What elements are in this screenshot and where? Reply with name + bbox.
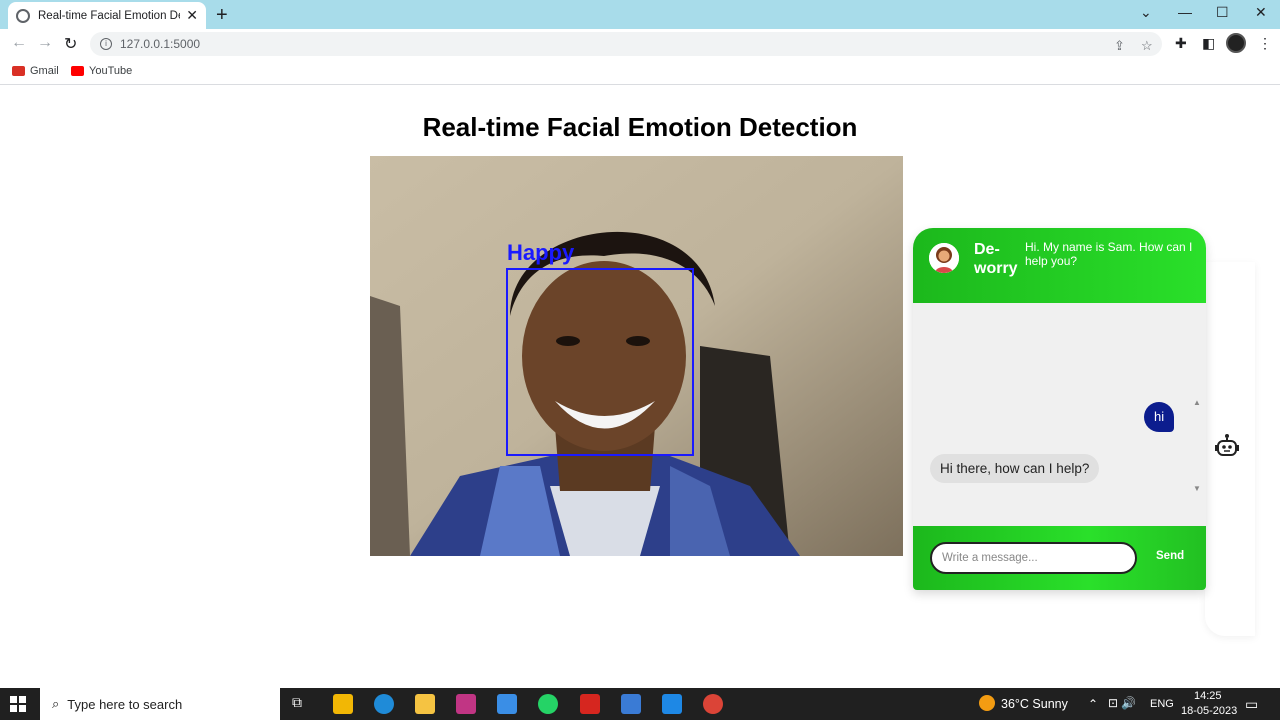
bookmark-gmail[interactable]: Gmail	[12, 65, 59, 77]
page-title: Real-time Facial Emotion Detection	[422, 112, 858, 142]
chat-footer: Send	[913, 526, 1206, 590]
system-tray-icons[interactable]: ⊡ 🔊	[1108, 696, 1136, 710]
browser-toolbar: ← → ↻ i 127.0.0.1:5000 ⇪ ☆	[0, 29, 1280, 59]
emotion-label: Happy	[507, 240, 575, 265]
scroll-up-arrow[interactable]: ▲	[1193, 398, 1201, 407]
side-panel-icon[interactable]: ◧	[1202, 35, 1215, 52]
back-button[interactable]: ←	[11, 34, 27, 52]
bot-avatar	[929, 243, 959, 273]
chatbox: De-worry Hi. My name is Sam. How can I h…	[913, 228, 1206, 590]
url-text: 127.0.0.1:5000	[120, 37, 201, 51]
chrome-icon[interactable]	[703, 694, 723, 714]
profile-avatar[interactable]	[1226, 33, 1246, 53]
language-indicator[interactable]: ENG	[1150, 698, 1174, 710]
weather-text[interactable]: 36°C Sunny	[1001, 697, 1068, 711]
reload-button[interactable]: ↻	[64, 34, 77, 54]
close-window-button[interactable]: ✕	[1255, 4, 1267, 21]
windows-taskbar: ⌕ Type here to search ⧉ 36°C Sunny ⌃ ⊡ 🔊…	[0, 688, 1280, 720]
message-input[interactable]	[930, 542, 1137, 574]
new-tab-button[interactable]: +	[216, 4, 228, 27]
bookmark-youtube[interactable]: YouTube	[71, 65, 132, 77]
taskbar-search-placeholder: Type here to search	[67, 696, 183, 712]
youtube-icon	[71, 66, 84, 76]
face-detection-box	[506, 268, 694, 456]
weather-sun-icon	[979, 695, 995, 711]
task-view-icon[interactable]: ⧉	[292, 694, 312, 714]
scroll-down-arrow[interactable]: ▼	[1193, 484, 1201, 493]
clock-date[interactable]: 18-05-2023	[1181, 705, 1237, 717]
send-button[interactable]: Send	[1156, 550, 1184, 562]
file-explorer-icon[interactable]	[415, 694, 435, 714]
share-icon[interactable]: ⇪	[1114, 38, 1125, 54]
webcam-video-feed: Happy	[370, 156, 903, 556]
bot-message: Hi there, how can I help?	[930, 454, 1100, 483]
chat-header: De-worry Hi. My name is Sam. How can I h…	[913, 228, 1206, 303]
menu-dots-icon[interactable]: ⋮	[1258, 35, 1272, 52]
taskbar-search[interactable]: ⌕ Type here to search	[40, 688, 280, 720]
site-info-icon[interactable]: i	[100, 38, 112, 50]
notifications-icon[interactable]: ▭	[1245, 696, 1258, 713]
gmail-icon	[12, 66, 25, 76]
minimize-button[interactable]: —	[1178, 4, 1192, 20]
photos-icon[interactable]	[621, 694, 641, 714]
tab-title: Real-time Facial Emotion Detection	[38, 9, 180, 22]
tab-search-icon[interactable]: ⌄	[1140, 4, 1152, 21]
whatsapp-icon[interactable]	[538, 694, 558, 714]
acrobat-icon[interactable]	[580, 694, 600, 714]
browser-tab-bar: Real-time Facial Emotion Detection ✕ + ⌄…	[0, 0, 1280, 29]
browser-tab[interactable]: Real-time Facial Emotion Detection ✕	[8, 2, 206, 29]
search-icon: ⌕	[52, 696, 60, 711]
bot-avatar-image	[929, 243, 959, 273]
maximize-button[interactable]: ☐	[1216, 4, 1229, 21]
address-bar[interactable]: i 127.0.0.1:5000 ⇪ ☆	[90, 32, 1162, 56]
bot-greeting: Hi. My name is Sam. How can I help you?	[1025, 240, 1193, 268]
bot-name: De-worry	[974, 241, 1018, 277]
mail-icon[interactable]	[497, 694, 517, 714]
forward-button[interactable]: →	[37, 34, 53, 52]
globe-icon	[16, 8, 30, 23]
close-tab-icon[interactable]: ✕	[186, 7, 198, 24]
bookmarks-bar: Gmail YouTube	[0, 59, 1280, 85]
show-hidden-icons-icon[interactable]: ⌃	[1088, 697, 1098, 711]
user-message: hi	[1144, 402, 1175, 432]
bookmark-star-icon[interactable]: ☆	[1141, 38, 1153, 54]
bookmark-label: Gmail	[30, 65, 59, 77]
extensions-icon[interactable]: ✚	[1175, 35, 1187, 52]
windows-start-icon[interactable]	[10, 696, 26, 712]
store-icon[interactable]	[333, 694, 353, 714]
clock-time[interactable]: 14:25	[1194, 690, 1222, 702]
edge-icon[interactable]	[374, 694, 394, 714]
instagram-icon[interactable]	[456, 694, 476, 714]
chatbot-robot-icon[interactable]	[1214, 433, 1240, 459]
bookmark-label: YouTube	[89, 65, 133, 77]
vscode-icon[interactable]	[662, 694, 682, 714]
